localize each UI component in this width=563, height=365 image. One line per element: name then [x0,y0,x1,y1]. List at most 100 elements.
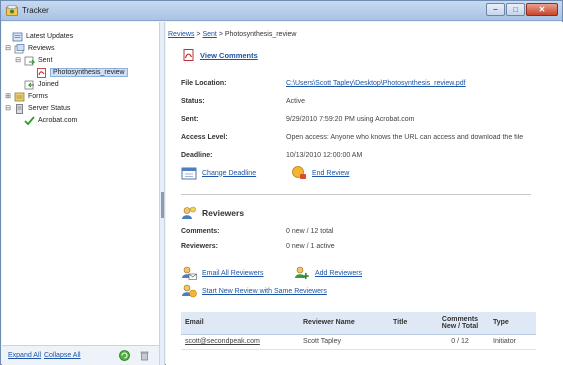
sidebar-item-reviews[interactable]: ⊟ Reviews [4,43,54,54]
column-header-type[interactable]: Type [489,312,536,335]
review-details-pane: Reviews > Sent > Photosynthesis_review V… [166,22,563,365]
sidebar-item-label: Forms [28,93,48,100]
comments-value: 0 new / 12 total [286,228,334,235]
title-bar[interactable]: Tracker – □ ✕ [1,1,562,21]
breadcrumb-reviews[interactable]: Reviews [168,31,194,38]
start-new-review-action[interactable]: Start New Review with Same Reviewers [181,284,327,298]
breadcrumb-separator: > [218,31,223,38]
access-level-value: Open access: Anyone who knows the URL ca… [286,134,524,141]
email-reviewers-icon [182,266,197,280]
sidebar-item-label: Acrobat.com [38,117,78,124]
check-icon [24,115,35,125]
refresh-icon[interactable] [119,350,130,361]
view-comments-action[interactable]: View Comments [183,49,258,61]
reviewers-value: 0 new / 1 active [286,243,335,250]
splitter-grip[interactable] [161,192,164,218]
sidebar-tree: Latest Updates ⊟ Reviews ⊟ Sent Photosyn… [2,22,160,365]
pane-splitter[interactable] [160,22,165,365]
sent-icon [24,56,35,65]
sidebar-item-photosynthesis-review[interactable]: Photosynthesis_review [36,67,128,78]
access-level-label: Access Level: [181,134,228,141]
tracker-window: Tracker – □ ✕ Latest Updates ⊟ Reviews ⊟… [0,0,563,365]
email-all-reviewers-action[interactable]: Email All Reviewers [181,266,263,280]
sent-label: Sent: [181,116,199,123]
reviewers-section-title: Reviewers [202,208,245,218]
change-deadline-action[interactable]: Change Deadline [181,166,256,180]
sidebar-item-acrobat-com[interactable]: Acrobat.com [24,115,77,126]
breadcrumb-separator: > [196,31,201,38]
column-header-reviewer-name[interactable]: Reviewer Name [299,312,389,335]
column-header-comments[interactable]: Comments New / Total [431,312,489,335]
sidebar-item-label: Photosynthesis_review [50,68,128,77]
column-header-title[interactable]: Title [389,312,431,335]
reviewer-type-cell: Initiator [489,334,536,350]
window-controls: – □ ✕ [485,3,558,17]
delete-icon[interactable] [139,350,150,361]
minimize-icon: – [493,5,498,14]
add-reviewers-action[interactable]: Add Reviewers [294,266,362,280]
new-review-icon [182,284,197,298]
end-review-link[interactable]: End Review [312,170,349,177]
deadline-label: Deadline: [181,152,213,159]
sidebar-item-label: Reviews [28,45,55,52]
reviews-icon [14,43,25,53]
breadcrumb: Reviews > Sent > Photosynthesis_review [168,31,296,38]
minimize-button[interactable]: – [486,3,505,16]
table-header-row: Email Reviewer Name Title Comments New /… [181,312,536,335]
tracker-app-icon [6,5,18,16]
collapse-toggle-icon[interactable]: ⊟ [4,105,12,113]
end-review-icon [292,166,306,179]
end-review-action[interactable]: End Review [291,166,349,180]
server-icon [16,103,23,114]
section-divider [181,194,531,195]
sidebar-item-label: Joined [38,81,59,88]
close-button[interactable]: ✕ [526,3,558,16]
start-new-review-link[interactable]: Start New Review with Same Reviewers [202,288,327,295]
collapse-toggle-icon[interactable]: ⊟ [14,57,22,65]
sidebar-item-server-status[interactable]: ⊟ Server Status [4,103,70,114]
reviewers-icon [182,206,196,219]
column-header-email[interactable]: Email [181,312,299,335]
reviewer-title-cell [389,334,431,350]
comments-label: Comments: [181,228,220,235]
expand-all-link[interactable]: Expand All [8,352,41,359]
add-reviewers-link[interactable]: Add Reviewers [315,270,362,277]
file-location-link[interactable]: C:\Users\Scott Tapley\Desktop\Photosynth… [286,80,466,87]
sidebar-item-forms[interactable]: ⊞ Forms [4,91,48,102]
reviewer-email-link[interactable]: scott@secondpeak.com [181,334,299,350]
change-deadline-link[interactable]: Change Deadline [202,170,256,177]
status-label: Status: [181,98,205,105]
forms-icon [14,92,25,101]
sidebar-item-sent[interactable]: ⊟ Sent [14,55,52,66]
collapse-all-link[interactable]: Collapse All [44,352,81,359]
sidebar-item-label: Sent [38,57,53,64]
close-icon: ✕ [538,5,546,14]
breadcrumb-sent[interactable]: Sent [202,31,216,38]
sent-value: 9/29/2010 7:59:20 PM using Acrobat.com [286,116,415,123]
pdf-icon [37,67,46,78]
table-row[interactable]: scott@secondpeak.com Scott Tapley 0 / 12… [181,334,536,350]
joined-icon [24,80,34,89]
collapse-toggle-icon[interactable]: ⊟ [4,45,12,53]
window-title: Tracker [22,6,49,15]
sidebar-footer: Expand All Collapse All [2,345,159,365]
breadcrumb-current: Photosynthesis_review [224,31,297,38]
maximize-icon: □ [513,5,518,14]
file-location-label: File Location: [181,80,227,87]
updates-icon [12,32,23,41]
deadline-value: 10/13/2010 12:00:00 AM [286,152,363,159]
sidebar-item-label: Server Status [28,105,71,112]
view-comments-link[interactable]: View Comments [200,51,258,60]
sidebar-item-joined[interactable]: Joined [24,79,59,90]
maximize-button[interactable]: □ [506,3,525,16]
calendar-icon [181,167,197,180]
add-reviewers-icon [295,266,309,279]
reviewer-name-cell: Scott Tapley [299,334,389,350]
sidebar-item-latest-updates[interactable]: Latest Updates [12,31,73,42]
pdf-icon [183,49,194,61]
reviewers-table: Email Reviewer Name Title Comments New /… [181,312,536,350]
email-all-reviewers-link[interactable]: Email All Reviewers [202,270,263,277]
expand-toggle-icon[interactable]: ⊞ [4,93,12,101]
reviewers-label: Reviewers: [181,243,218,250]
reviewers-heading: Reviewers [181,206,244,220]
